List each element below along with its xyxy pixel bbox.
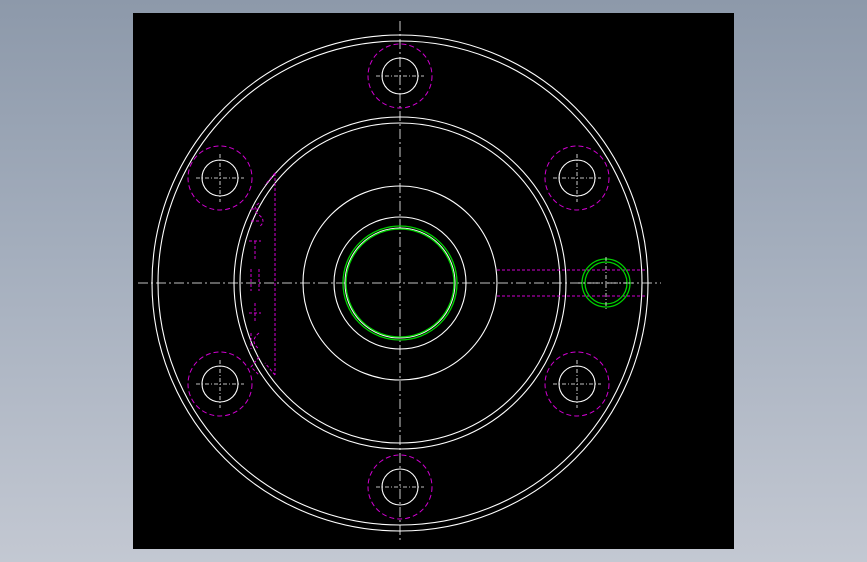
bolt-hole-lower-left bbox=[187, 351, 253, 417]
bolt-hole-upper-right bbox=[544, 145, 610, 211]
bolt-hole-upper-left bbox=[187, 145, 253, 211]
cad-viewport[interactable] bbox=[133, 13, 734, 549]
bolt-hole-lower-right bbox=[544, 351, 610, 417]
flange-drawing bbox=[138, 21, 661, 543]
